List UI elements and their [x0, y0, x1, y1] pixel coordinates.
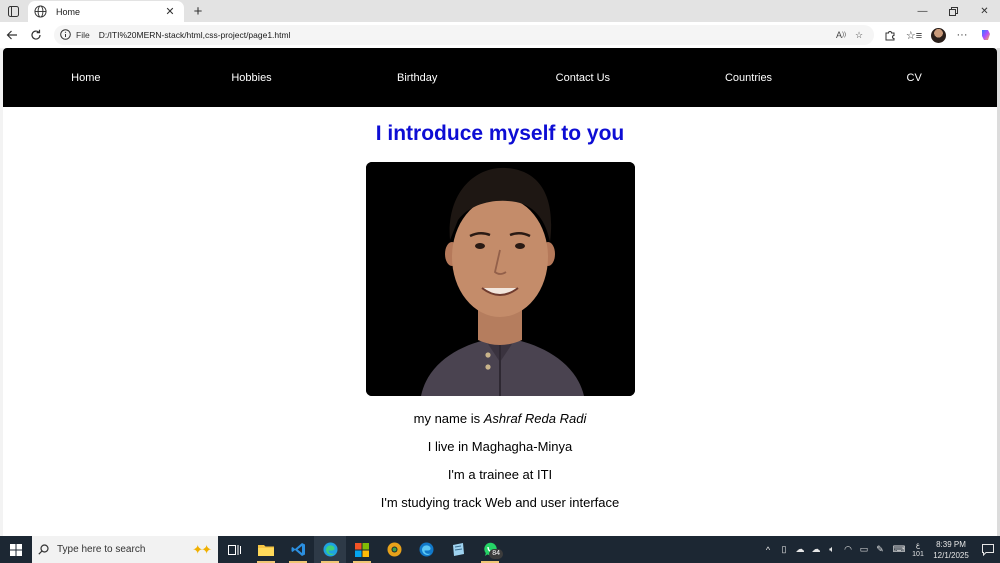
- edge-beta-icon: [419, 542, 433, 557]
- taskbar-search-box[interactable]: Type here to search ✦✦: [32, 536, 218, 563]
- volume-icon[interactable]: 🔈︎: [824, 536, 840, 563]
- copilot-icon[interactable]: [974, 23, 998, 47]
- clock-time: 8:39 PM: [936, 539, 966, 549]
- pen-icon[interactable]: ✎: [872, 536, 888, 563]
- name-prefix: my name is: [413, 411, 484, 426]
- restore-icon[interactable]: [938, 0, 969, 22]
- trainee-line: I'm a trainee at ITI: [447, 467, 553, 482]
- vscode-icon: [291, 543, 305, 556]
- tab-title: Home: [56, 6, 81, 17]
- close-window-icon[interactable]: ✕: [969, 0, 1000, 22]
- nav-cv[interactable]: CV: [831, 72, 997, 84]
- keyboard-layout-code: 101: [912, 550, 924, 558]
- system-clock[interactable]: 8:39 PM 12/1/2025: [926, 539, 976, 561]
- minimize-icon[interactable]: —: [907, 0, 938, 22]
- nav-home[interactable]: Home: [3, 72, 169, 84]
- active-tab[interactable]: Home ✕: [28, 1, 184, 22]
- tab-actions-button[interactable]: [0, 0, 26, 22]
- bio-section: my name is Ashraf Reda Radi I live in Ma…: [3, 411, 997, 511]
- nav-contact-us[interactable]: Contact Us: [500, 72, 666, 84]
- start-button[interactable]: [0, 536, 32, 563]
- page-viewport: Home Hobbies Birthday Contact Us Countri…: [3, 48, 997, 536]
- avatar: [930, 27, 946, 43]
- name-line: my name is Ashraf Reda Radi: [3, 411, 997, 427]
- address-bar[interactable]: File D:/ITI%20MERN-stack/html,css-projec…: [54, 25, 874, 45]
- page-title: I introduce myself to you: [375, 122, 625, 145]
- keyboard-icon[interactable]: ⌨: [888, 536, 910, 563]
- unread-badge: 84: [489, 549, 503, 559]
- task-view-icon: [227, 544, 241, 555]
- extensions-icon[interactable]: [878, 23, 902, 47]
- back-arrow-icon: [6, 30, 17, 40]
- read-aloud-icon[interactable]: A)): [832, 26, 850, 44]
- track-line: I'm studying track Web and user interfac…: [380, 495, 620, 510]
- search-icon: [38, 544, 49, 555]
- url-text[interactable]: D:/ITI%20MERN-stack/html,css-project/pag…: [99, 30, 832, 40]
- search-placeholder: Type here to search: [57, 544, 146, 555]
- task-view-button[interactable]: [218, 536, 250, 563]
- scheme-label: File: [76, 30, 90, 40]
- location-line: I live in Maghagha-Minya: [427, 439, 573, 454]
- store-button[interactable]: [346, 536, 378, 563]
- tab-strip: Home ✕ + — ✕: [0, 0, 1000, 22]
- edge-beta-button[interactable]: [410, 536, 442, 563]
- input-language[interactable]: ع 101: [910, 541, 926, 559]
- toolbar-icons: ☆≡ ···: [878, 23, 998, 47]
- reload-button[interactable]: [24, 23, 48, 47]
- nav-hobbies[interactable]: Hobbies: [169, 72, 335, 84]
- notes-app-icon: [452, 543, 464, 556]
- windows-logo-icon: [10, 543, 22, 556]
- window-controls: — ✕: [907, 0, 1000, 22]
- sparkle-icon: ✦✦: [192, 541, 212, 557]
- edge-button[interactable]: [314, 536, 346, 563]
- close-tab-icon[interactable]: ✕: [164, 6, 176, 18]
- edge-icon: [323, 542, 337, 557]
- show-hidden-icons[interactable]: ^: [760, 536, 776, 563]
- battery-icon[interactable]: ▭: [856, 536, 872, 563]
- globe-icon: [34, 4, 48, 19]
- vscode-button[interactable]: [282, 536, 314, 563]
- windows-taskbar: Type here to search ✦✦ 84 ^ ▯ ☁ ☁ 🔈︎ ◠ ▭…: [0, 536, 1000, 563]
- phone-link-icon[interactable]: ▯: [776, 536, 792, 563]
- wifi-icon[interactable]: ◠: [840, 536, 856, 563]
- clock-date: 12/1/2025: [933, 550, 969, 560]
- notification-center-button[interactable]: [976, 536, 1000, 563]
- favorites-icon[interactable]: ☆≡: [902, 23, 926, 47]
- onedrive-icon[interactable]: ☁: [792, 536, 808, 563]
- browser-app-icon: [387, 542, 401, 557]
- language-script: ع: [915, 541, 921, 549]
- profile-button[interactable]: [926, 23, 950, 47]
- info-icon[interactable]: [60, 29, 72, 41]
- favorite-star-icon[interactable]: ☆: [850, 26, 868, 44]
- nav-birthday[interactable]: Birthday: [334, 72, 500, 84]
- full-name: Ashraf Reda Radi: [483, 411, 587, 426]
- notification-icon: [982, 543, 994, 556]
- store-icon: [355, 542, 369, 557]
- more-options-icon[interactable]: ···: [950, 23, 974, 47]
- profile-photo: [365, 162, 635, 396]
- new-tab-button[interactable]: +: [186, 1, 210, 22]
- site-navbar: Home Hobbies Birthday Contact Us Countri…: [3, 48, 997, 107]
- file-explorer-button[interactable]: [250, 536, 282, 563]
- tab-actions-icon: [7, 5, 19, 17]
- cloud-sync-icon[interactable]: ☁: [808, 536, 824, 563]
- browser-toolbar: File D:/ITI%20MERN-stack/html,css-projec…: [0, 22, 1000, 48]
- reload-icon: [31, 29, 41, 40]
- nav-countries[interactable]: Countries: [666, 72, 832, 84]
- folder-icon: [258, 545, 274, 556]
- notes-app-button[interactable]: [442, 536, 474, 563]
- back-button[interactable]: [0, 23, 24, 47]
- whatsapp-button[interactable]: 84: [474, 536, 506, 563]
- chrome-canary-button[interactable]: [378, 536, 410, 563]
- system-tray: ^ ▯ ☁ ☁ 🔈︎ ◠ ▭ ✎ ⌨ ع 101 8:39 PM 12/1/2025: [760, 536, 1000, 563]
